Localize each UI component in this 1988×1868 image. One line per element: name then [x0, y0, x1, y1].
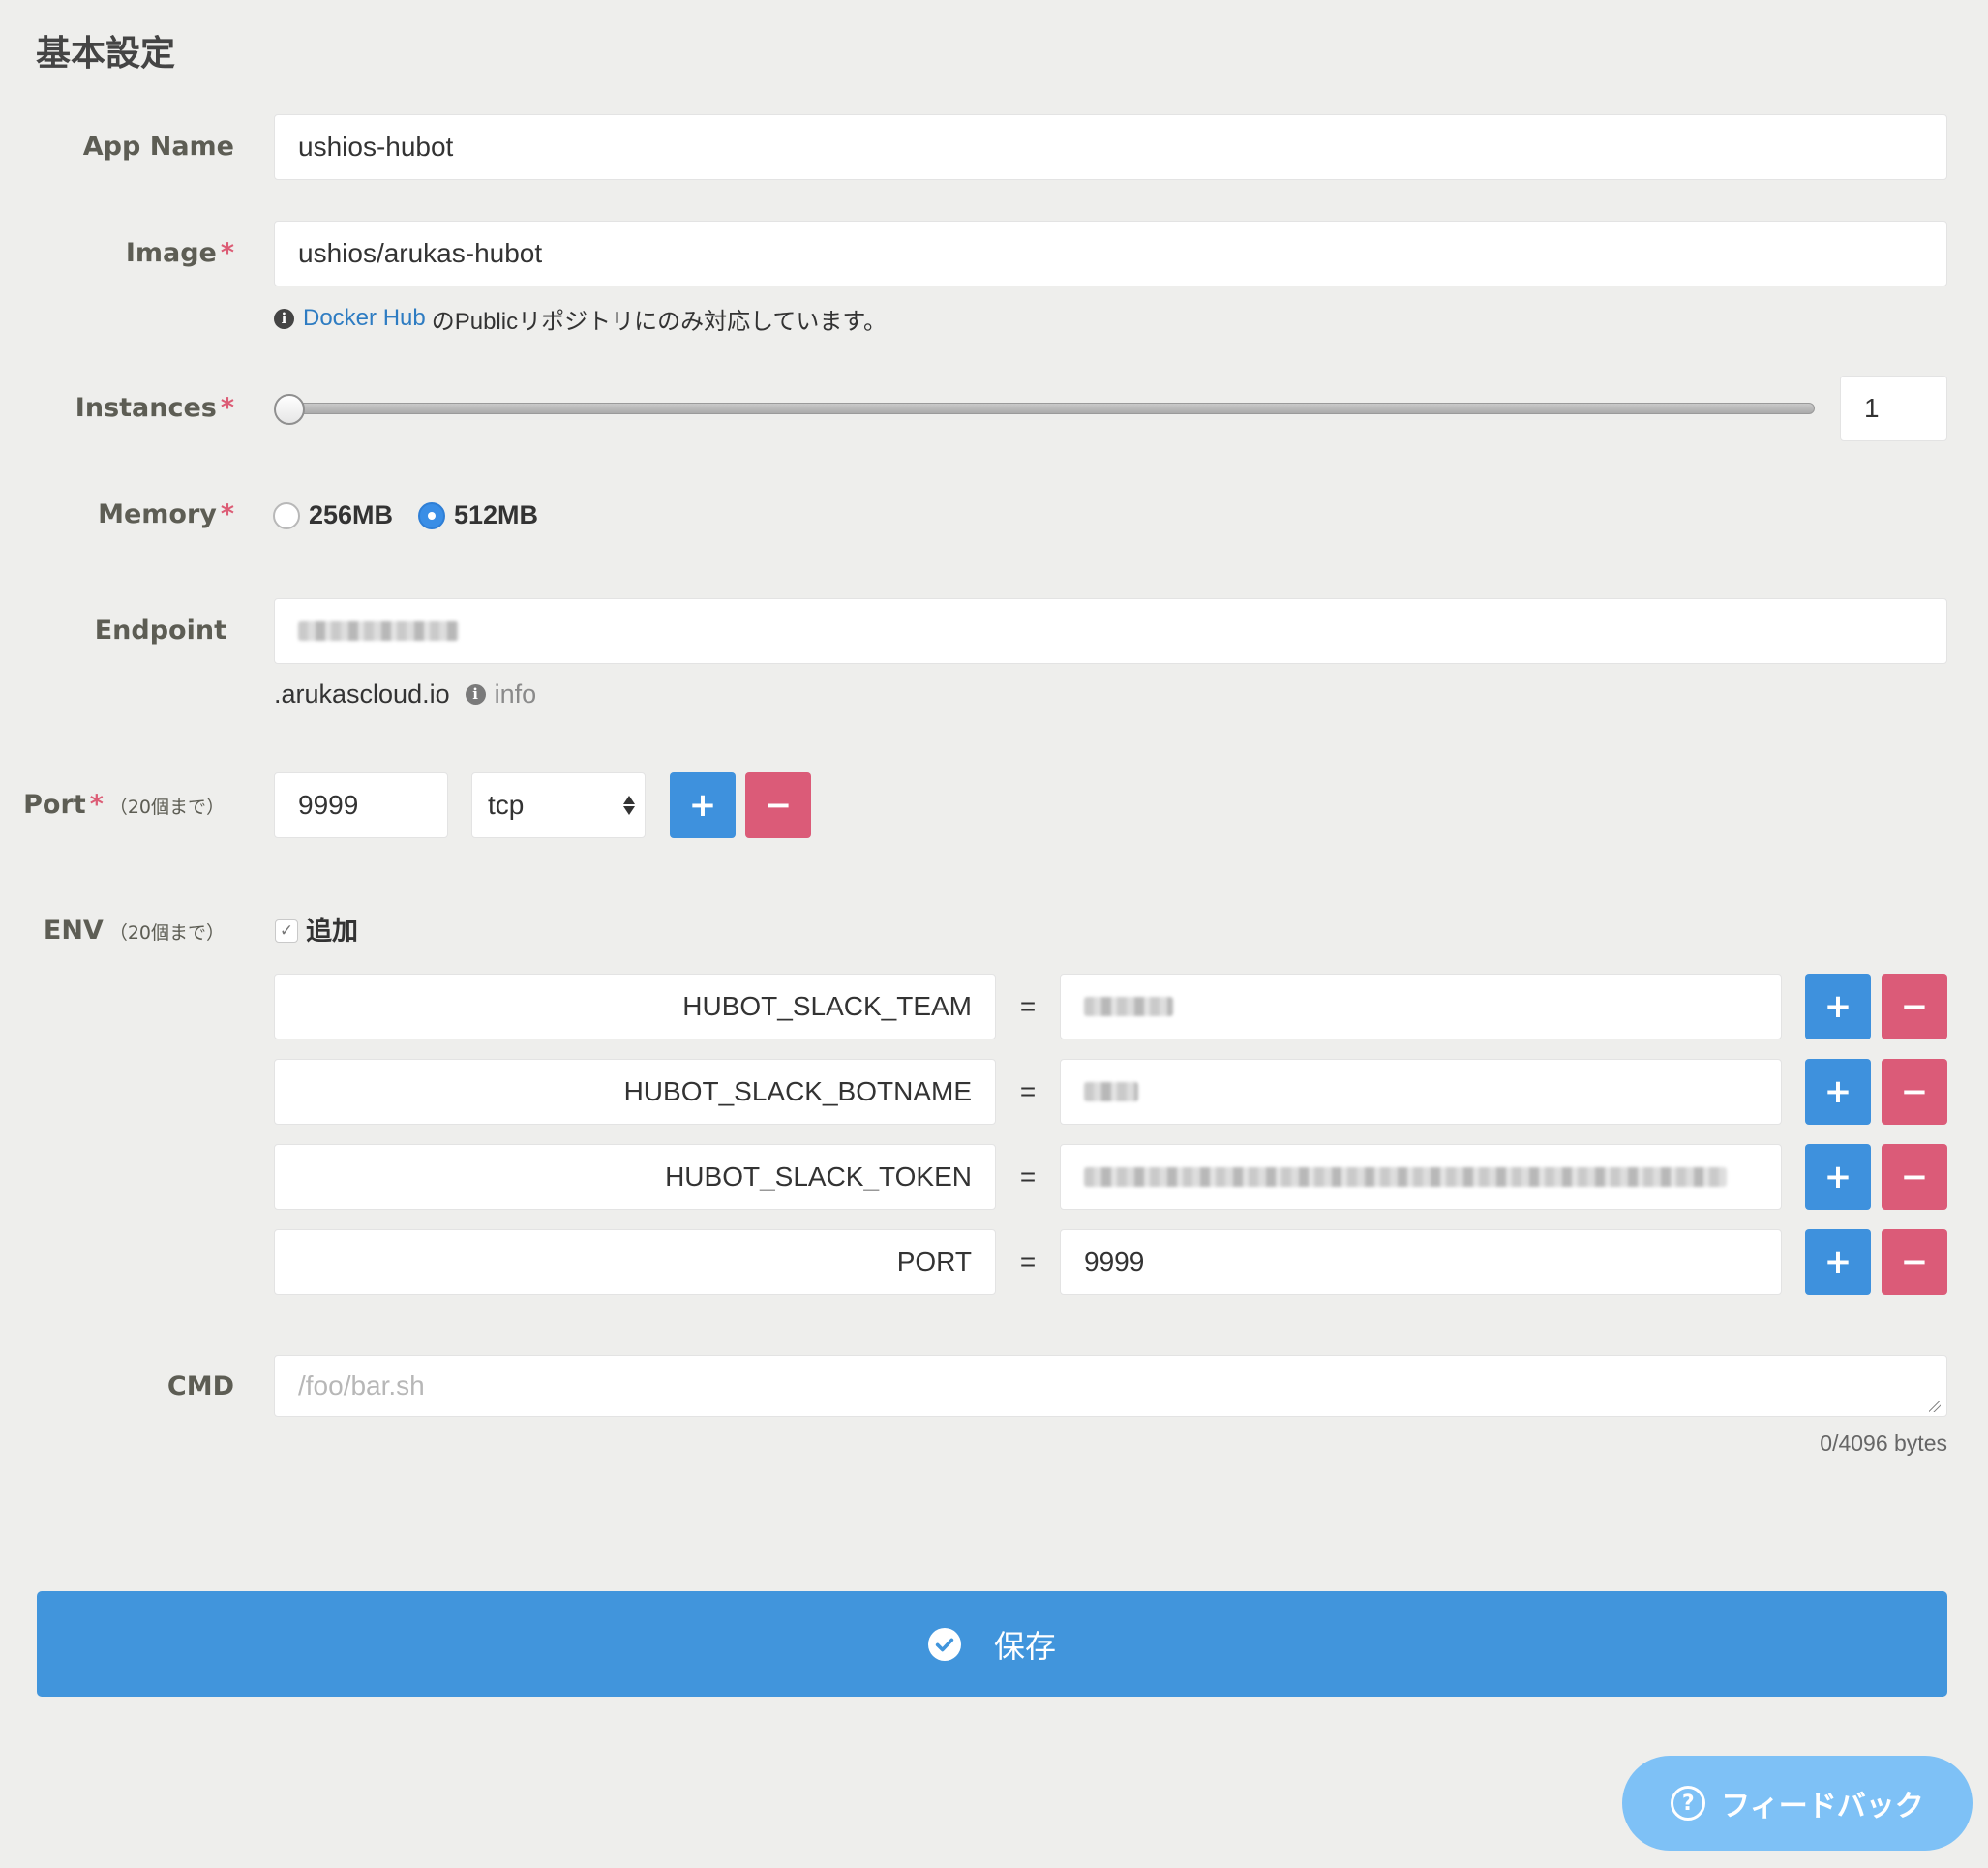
env-add-row-button[interactable]: + — [1805, 1229, 1871, 1295]
env-remove-row-button[interactable]: − — [1882, 1059, 1947, 1125]
instances-slider-handle[interactable] — [274, 394, 305, 425]
env-key-input[interactable]: HUBOT_SLACK_TEAM — [274, 974, 996, 1039]
env-remove-row-button[interactable]: − — [1882, 1144, 1947, 1210]
redacted-value — [1084, 997, 1173, 1016]
select-arrows-icon — [623, 796, 635, 815]
required-mark: * — [220, 238, 234, 268]
env-key-input[interactable]: HUBOT_SLACK_BOTNAME — [274, 1059, 996, 1125]
env-add-label[interactable]: 追加 — [306, 914, 358, 949]
port-number-input[interactable]: 9999 — [274, 772, 448, 838]
check-circle-icon — [927, 1627, 961, 1661]
env-key-value: HUBOT_SLACK_BOTNAME — [623, 1076, 972, 1106]
required-mark: * — [220, 499, 234, 529]
env-value-input[interactable] — [1060, 974, 1782, 1039]
instances-value: 1 — [1864, 393, 1880, 423]
env-remove-row-button[interactable]: − — [1882, 1229, 1947, 1295]
question-circle-icon: ? — [1671, 1786, 1706, 1821]
endpoint-hint: .arukascloud.io i info — [274, 677, 536, 711]
app-name-value: ushios-hubot — [298, 132, 454, 162]
env-equals: = — [1019, 991, 1037, 1021]
image-hint-text: のPublicリポジトリにのみ対応しています。 — [431, 308, 887, 335]
env-value-input[interactable] — [1060, 1059, 1782, 1125]
section-title: 基本設定 — [36, 34, 176, 74]
env-value-input[interactable] — [1060, 1144, 1782, 1210]
port-add-button[interactable]: + — [670, 772, 736, 838]
app-name-input[interactable]: ushios-hubot — [274, 114, 1947, 180]
env-equals: = — [1019, 1247, 1037, 1277]
port-limit: （20個まで） — [108, 797, 225, 818]
env-key-value: PORT — [896, 1247, 972, 1277]
port-remove-button[interactable]: − — [745, 772, 811, 838]
instances-label: Instances * — [75, 393, 234, 423]
env-key-input[interactable]: HUBOT_SLACK_TOKEN — [274, 1144, 996, 1210]
endpoint-suffix: .arukascloud.io — [274, 678, 450, 708]
required-mark: * — [89, 790, 104, 820]
image-label: Image * — [125, 238, 234, 268]
image-value: ushios/arukas-hubot — [298, 238, 543, 268]
docker-hub-link[interactable]: Docker Hub — [303, 305, 426, 332]
env-key-value: HUBOT_SLACK_TOKEN — [665, 1161, 972, 1191]
env-add-checkbox[interactable]: ✓ — [275, 919, 298, 943]
memory-radio-512[interactable] — [418, 502, 445, 529]
cmd-placeholder: /foo/bar.sh — [298, 1371, 425, 1401]
port-protocol-select[interactable]: tcp — [471, 772, 646, 838]
redacted-value — [1084, 1167, 1727, 1187]
env-limit: （20個まで） — [108, 922, 225, 944]
port-label: Port * （20個まで） — [23, 790, 225, 820]
info-icon: i — [274, 308, 294, 329]
endpoint-label: Endpoint — [94, 616, 226, 646]
memory-label: Memory * — [98, 499, 234, 529]
instances-slider-track[interactable] — [288, 403, 1815, 414]
env-label: ENV （20個まで） — [43, 916, 225, 946]
memory-radio-256[interactable] — [273, 502, 300, 529]
env-add-row-button[interactable]: + — [1805, 1059, 1871, 1125]
app-name-label: App Name — [82, 132, 234, 162]
required-mark: * — [220, 393, 234, 423]
endpoint-input[interactable] — [274, 598, 1947, 664]
info-icon[interactable]: i — [465, 683, 486, 705]
env-add-row-button[interactable]: + — [1805, 974, 1871, 1039]
env-value: 9999 — [1084, 1247, 1145, 1277]
env-key-value: HUBOT_SLACK_TEAM — [682, 991, 972, 1021]
instances-input[interactable]: 1 — [1840, 376, 1947, 441]
redacted-value — [1084, 1082, 1138, 1101]
redacted-value — [298, 621, 459, 641]
cmd-byte-counter: 0/4096 bytes — [1820, 1431, 1947, 1456]
resize-grip-icon[interactable] — [1929, 1401, 1941, 1412]
save-button[interactable]: 保存 — [37, 1591, 1947, 1697]
env-value-input[interactable]: 9999 — [1060, 1229, 1782, 1295]
env-remove-row-button[interactable]: − — [1882, 974, 1947, 1039]
feedback-button-label: フィードバック — [1721, 1790, 1924, 1823]
memory-option-256-label[interactable]: 256MB — [309, 497, 393, 532]
image-hint: i Docker Hub のPublicリポジトリにのみ対応しています。 — [274, 301, 887, 336]
env-equals: = — [1019, 1161, 1037, 1191]
port-protocol-value: tcp — [488, 790, 525, 820]
endpoint-info-link[interactable]: info — [495, 679, 537, 709]
save-button-label: 保存 — [993, 1627, 1056, 1665]
port-number-value: 9999 — [298, 790, 359, 820]
env-equals: = — [1019, 1076, 1037, 1106]
cmd-textarea[interactable]: /foo/bar.sh — [274, 1355, 1947, 1417]
env-key-input[interactable]: PORT — [274, 1229, 996, 1295]
image-input[interactable]: ushios/arukas-hubot — [274, 221, 1947, 286]
feedback-button[interactable]: ? フィードバック — [1622, 1756, 1973, 1851]
memory-option-512-label[interactable]: 512MB — [454, 497, 538, 532]
cmd-label: CMD — [166, 1371, 234, 1401]
env-add-row-button[interactable]: + — [1805, 1144, 1871, 1210]
